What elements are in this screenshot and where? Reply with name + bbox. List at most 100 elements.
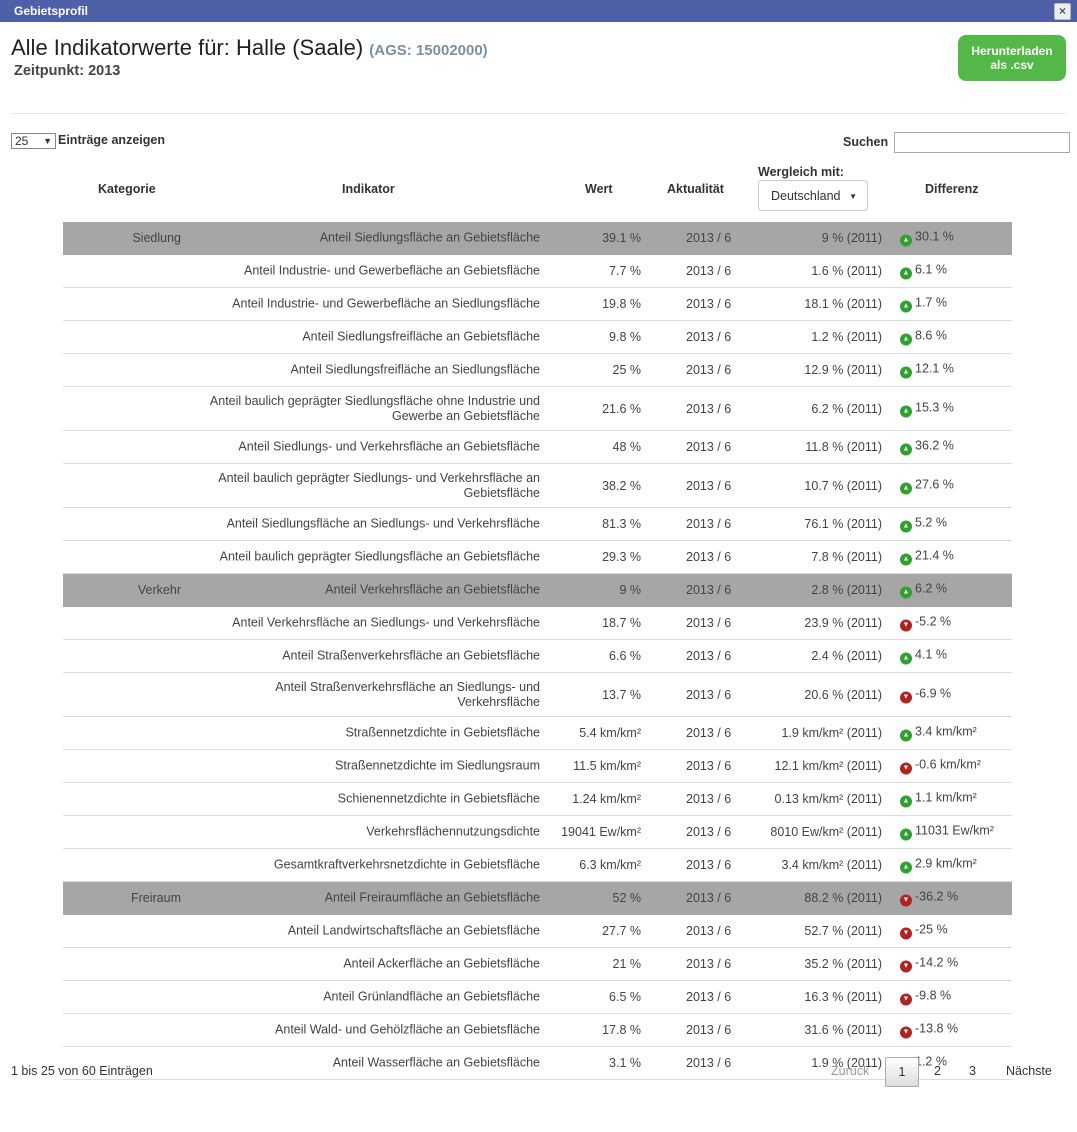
cell-aktualitaet: 2013 / 6 [686, 440, 732, 454]
pagination-page-1[interactable]: 1 [885, 1057, 919, 1087]
cell-vergleich: 1.6 % (2011) [811, 264, 882, 278]
arrow-up-icon: ▲ [900, 405, 912, 417]
cell-aktualitaet: 2013 / 6 [686, 792, 732, 806]
cell-vergleich: 10.7 % (2011) [804, 478, 882, 493]
cell-wert: 21.6 % [602, 401, 641, 416]
cell-indikator: Anteil Landwirtschaftsfläche an Gebietsf… [287, 923, 540, 938]
table-row: Anteil Wasserfläche an Gebietsfläche 3.1 … [63, 1047, 1012, 1080]
column-header-indikator[interactable]: Indikator [342, 182, 395, 196]
cell-aktualitaet: 2013 / 6 [686, 583, 732, 597]
column-header-wert[interactable]: Wert [585, 182, 613, 196]
cell-wert: 38.2 % [602, 478, 641, 493]
pagination-prev[interactable]: Zurück [831, 1057, 869, 1085]
download-csv-button[interactable]: Herunterladen als .csv [958, 35, 1066, 81]
cell-differenz: ▲ 3.4 km/km² [900, 725, 977, 742]
cell-wert: 21 % [612, 957, 642, 971]
cell-vergleich: 9 % (2011) [821, 231, 882, 245]
cell-kategorie: Verkehr [137, 583, 181, 597]
cell-aktualitaet: 2013 / 6 [686, 726, 732, 740]
cell-aktualitaet: 2013 / 6 [686, 401, 732, 416]
cell-aktualitaet: 2013 / 6 [686, 550, 732, 564]
cell-differenz: ▲ 36.2 % [900, 439, 954, 456]
table-row: Straßennetzdichte in Gebietsfläche 5.4 km… [63, 717, 1012, 750]
cell-indikator: Anteil Siedlungs- und Verkehrsfläche an … [238, 439, 540, 454]
entries-length-select[interactable]: 25 ▼ [11, 133, 56, 149]
differenz-value: -25 % [915, 922, 948, 937]
cell-indikator: Anteil Industrie- und Gewerbefläche an G… [243, 263, 540, 278]
differenz-value: 1.7 % [915, 295, 947, 310]
cell-differenz: ▼ -9.8 % [900, 989, 951, 1006]
arrow-up-icon: ▲ [900, 553, 912, 566]
cell-vergleich: 7.8 % (2011) [811, 550, 882, 564]
cell-differenz: ▲ 6.2 % [900, 582, 947, 599]
cell-vergleich: 0.13 km/km² (2011) [774, 792, 882, 806]
cell-aktualitaet: 2013 / 6 [686, 1056, 732, 1070]
cell-wert: 9 % [619, 583, 641, 597]
cell-differenz: ▼ -14.2 % [900, 956, 958, 973]
differenz-value: -14.2 % [915, 955, 959, 970]
cell-vergleich: 12.9 % (2011) [804, 363, 882, 377]
differenz-value: 5.2 % [915, 515, 947, 530]
cell-vergleich: 12.1 km/km² (2011) [774, 759, 882, 773]
cell-vergleich: 23.9 % (2011) [804, 616, 882, 630]
table-row: Anteil baulich geprägter Siedlungsfläche… [63, 387, 1012, 431]
cell-aktualitaet: 2013 / 6 [686, 924, 732, 938]
cell-wert: 19.8 % [602, 297, 641, 311]
cell-differenz: ▼ -13.8 % [900, 1022, 958, 1039]
data-table-body: Siedlung Anteil Siedlungsfläche an Gebiet… [63, 222, 1012, 1080]
cell-aktualitaet: 2013 / 6 [686, 231, 732, 245]
cell-wert: 11.5 km/km² [573, 759, 641, 773]
table-row: Anteil Industrie- und Gewerbefläche an G… [63, 255, 1012, 288]
differenz-value: -6.9 % [915, 686, 952, 700]
table-row: Anteil Landwirtschaftsfläche an Gebietsf… [63, 915, 1012, 948]
table-row: Anteil Wald- und Gehölzfläche an Gebiets… [63, 1014, 1012, 1047]
cell-aktualitaet: 2013 / 6 [686, 649, 732, 663]
divider [11, 113, 1066, 114]
cell-wert: 19041 Ew/km² [561, 825, 641, 839]
cell-differenz: ▲ 11031 Ew/km² [900, 824, 994, 841]
ags-label: (AGS: 15002000) [369, 42, 488, 59]
table-row: Anteil Ackerfläche an Gebietsfläche 21 % 2… [63, 948, 1012, 981]
differenz-value: -5.2 % [915, 614, 952, 629]
table-row: Anteil Industrie- und Gewerbefläche an S… [63, 288, 1012, 321]
cell-indikator: Anteil Ackerfläche an Gebietsfläche [343, 956, 540, 971]
arrow-up-icon: ▲ [900, 828, 912, 841]
search-label: Suchen [843, 135, 889, 149]
differenz-value: 11031 Ew/km² [915, 823, 994, 838]
cell-wert: 13.7 % [602, 687, 641, 702]
differenz-value: 12.1 % [915, 361, 954, 376]
cell-wert: 6.6 % [609, 649, 641, 663]
cell-differenz: ▲ 4.1 % [900, 648, 947, 665]
cell-indikator: Anteil Wald- und Gehölzfläche an Gebiets… [275, 1022, 540, 1037]
differenz-value: 4.1 % [915, 647, 947, 662]
vergleich-select-value: Deutschland [771, 189, 841, 203]
entries-length-value: 25 [15, 134, 29, 148]
cell-indikator: Anteil Grünlandfläche an Gebietsfläche [323, 989, 540, 1004]
column-header-kategorie[interactable]: Kategorie [98, 182, 156, 196]
vergleich-select[interactable]: Deutschland ▼ [758, 180, 868, 211]
column-header-aktualitaet[interactable]: Aktualität [667, 182, 724, 196]
cell-vergleich: 18.1 % (2011) [804, 297, 882, 311]
cell-differenz: ▲ 12.1 % [900, 362, 954, 379]
cell-wert: 52 % [612, 891, 642, 905]
table-row: Freiraum Anteil Freiraumfläche an Gebiets… [63, 882, 1012, 915]
cell-indikator: Anteil Straßenverkehrsfläche an Siedlung… [275, 679, 540, 709]
arrow-up-icon: ▲ [900, 729, 912, 742]
cell-indikator: Anteil Freiraumfläche an Gebietsfläche [324, 890, 540, 905]
cell-wert: 17.8 % [602, 1023, 641, 1037]
cell-differenz: ▲ 1.1 km/km² [900, 791, 977, 808]
column-header-differenz[interactable]: Differenz [925, 182, 978, 196]
dropdown-arrow-icon: ▼ [43, 136, 52, 146]
pagination-page-3[interactable]: 3 [969, 1057, 976, 1085]
pagination-page-2[interactable]: 2 [934, 1057, 941, 1085]
close-icon[interactable]: × [1054, 3, 1071, 20]
cell-aktualitaet: 2013 / 6 [686, 264, 732, 278]
cell-indikator: Verkehrsflächennutzungsdichte [366, 824, 540, 839]
differenz-value: 30.1 % [915, 229, 954, 244]
pagination-next[interactable]: Nächste [1006, 1057, 1052, 1085]
search-input[interactable] [894, 132, 1070, 153]
cell-aktualitaet: 2013 / 6 [686, 825, 732, 839]
differenz-value: 8.6 % [915, 328, 947, 343]
arrow-down-icon: ▼ [900, 894, 912, 907]
cell-aktualitaet: 2013 / 6 [686, 858, 732, 872]
